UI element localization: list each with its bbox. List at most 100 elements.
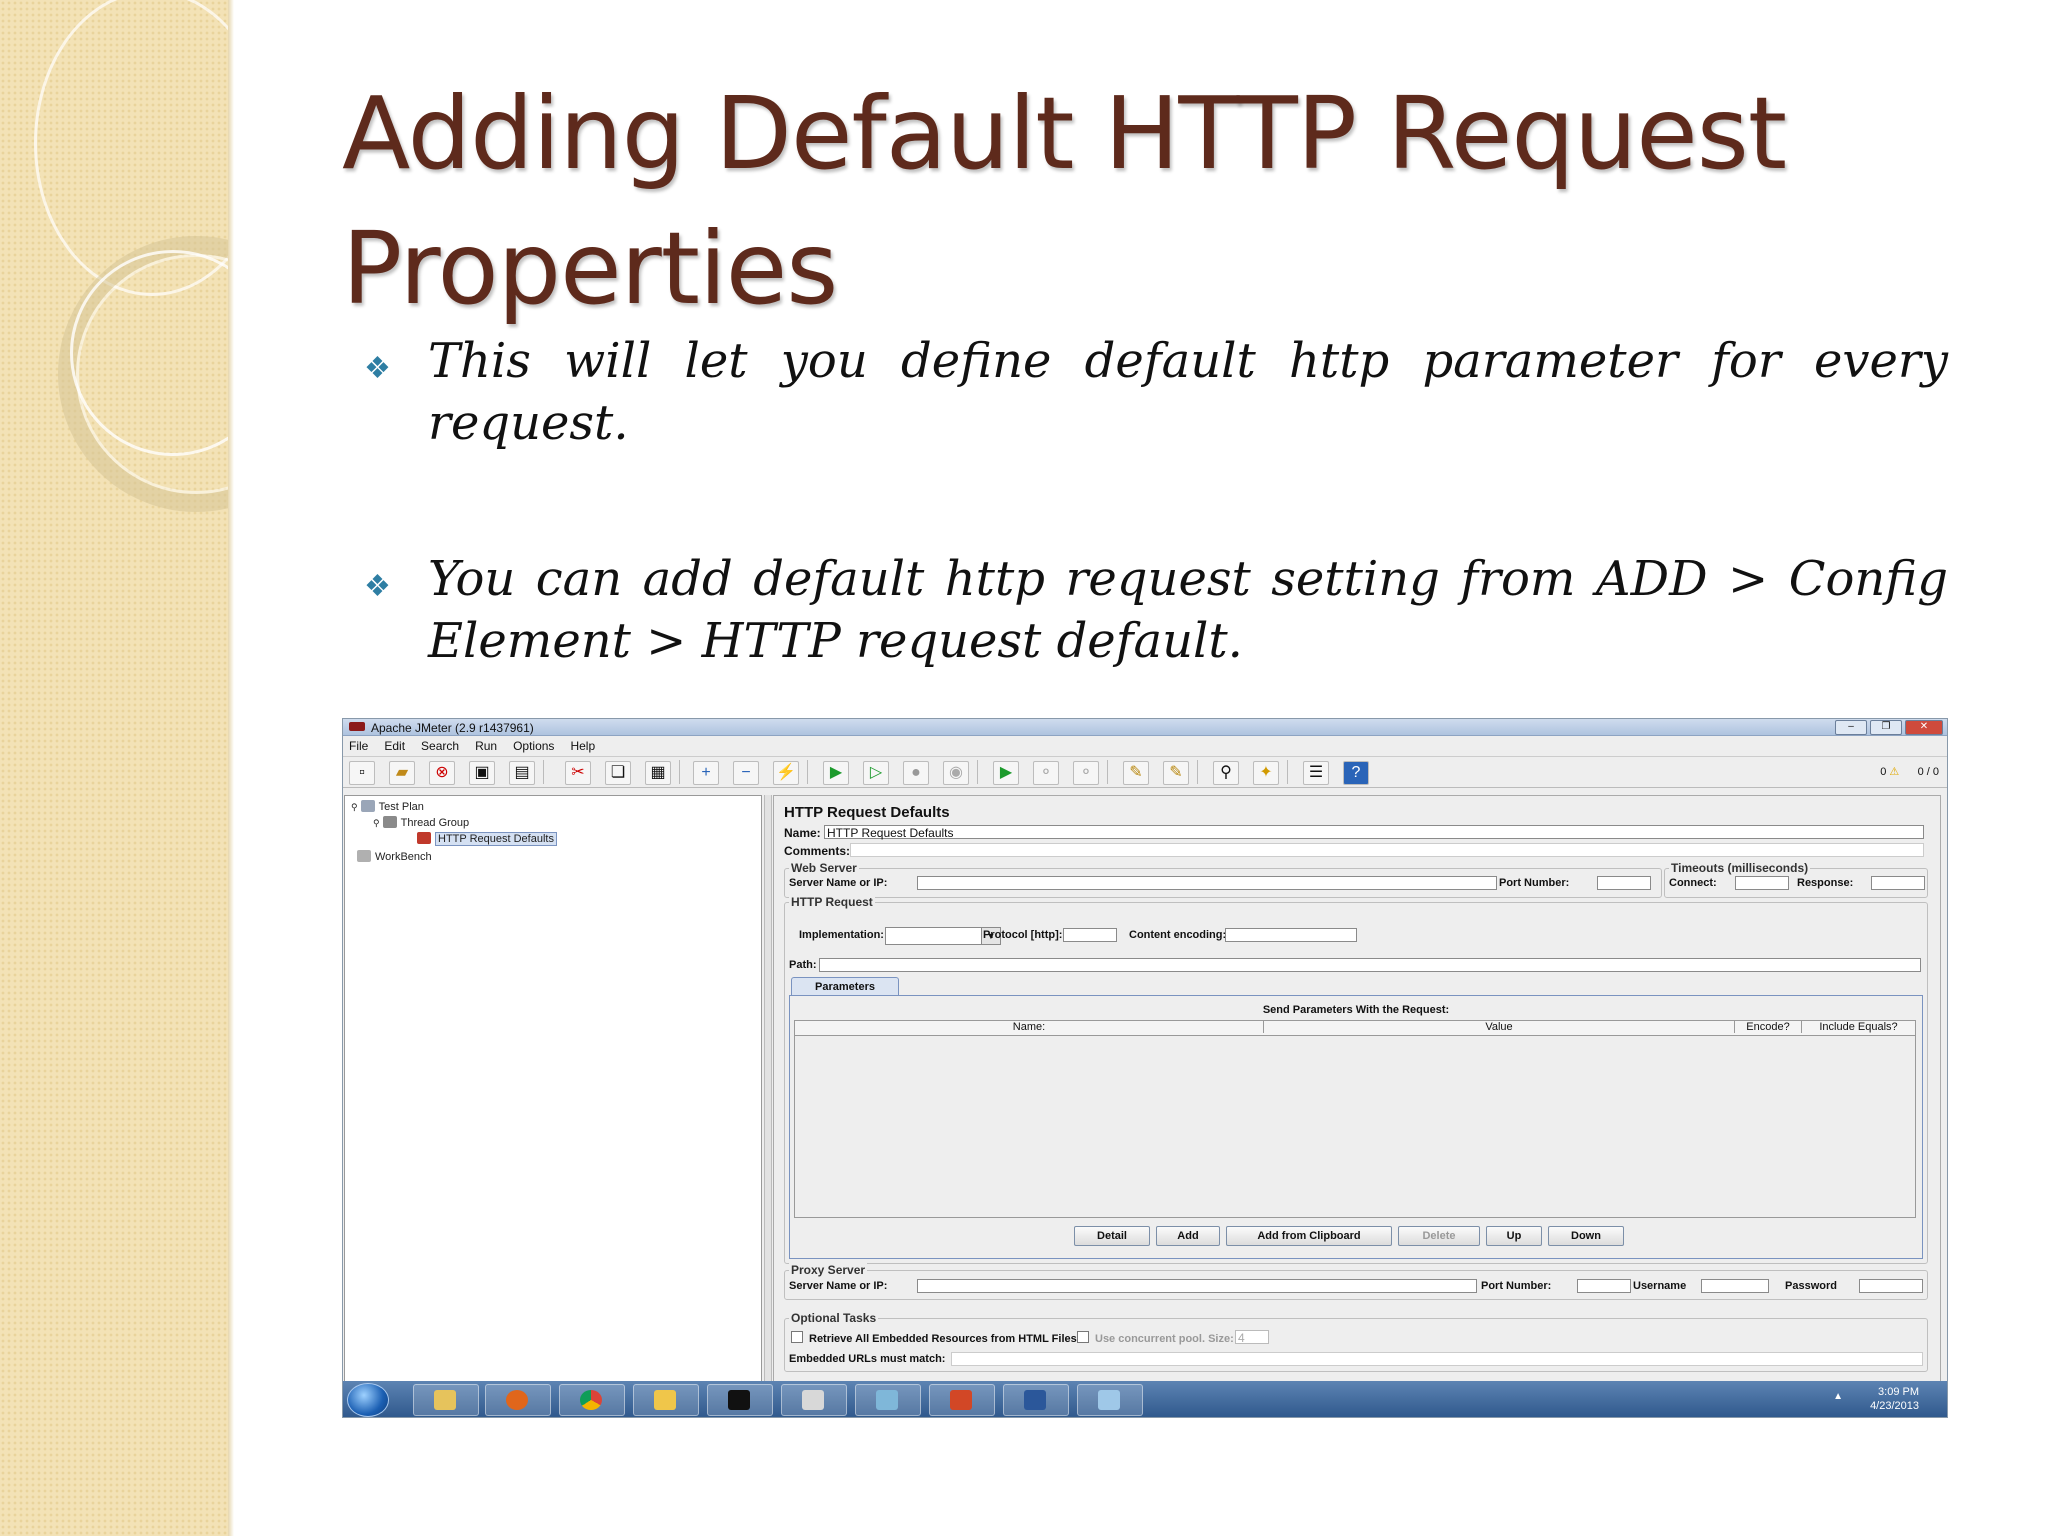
down-button[interactable]: Down — [1548, 1226, 1624, 1246]
restore-button[interactable]: ❐ — [1870, 720, 1902, 735]
folder-icon — [434, 1390, 456, 1410]
name-label: Name: — [784, 826, 821, 840]
column-encode[interactable]: Encode? — [1735, 1021, 1802, 1033]
remote-start-icon[interactable]: ▶ — [993, 761, 1019, 785]
panel-heading: HTTP Request Defaults — [784, 804, 950, 821]
taskbar-word[interactable] — [1003, 1384, 1069, 1416]
start-icon[interactable]: ▶ — [823, 761, 849, 785]
bullet-text: This will let you define default http pa… — [428, 333, 1948, 451]
decorative-band — [0, 0, 228, 1536]
cut-icon[interactable]: ✂ — [565, 761, 591, 785]
clear-all-icon[interactable]: ✎ — [1163, 761, 1189, 785]
column-include-equals[interactable]: Include Equals? — [1802, 1021, 1915, 1033]
pool-size-field[interactable]: 4 — [1235, 1330, 1269, 1345]
delete-button[interactable]: Delete — [1398, 1226, 1480, 1246]
paste-icon[interactable]: ▦ — [645, 761, 671, 785]
http-defaults-panel: HTTP Request Defaults Name: HTTP Request… — [773, 795, 1941, 1383]
toggle-icon[interactable]: ⚡ — [773, 761, 799, 785]
name-field[interactable]: HTTP Request Defaults — [824, 825, 1924, 840]
taskbar-explorer[interactable] — [413, 1384, 479, 1416]
comments-field[interactable] — [850, 843, 1924, 857]
taskbar-outlook[interactable] — [633, 1384, 699, 1416]
concurrent-pool-checkbox[interactable] — [1077, 1331, 1089, 1343]
menu-file[interactable]: File — [349, 739, 368, 753]
remote-shutdown-icon[interactable]: ⚬ — [1073, 761, 1099, 785]
shutdown-icon[interactable]: ◉ — [943, 761, 969, 785]
menu-run[interactable]: Run — [475, 739, 497, 753]
start-button[interactable] — [347, 1383, 389, 1417]
menu-edit[interactable]: Edit — [384, 739, 405, 753]
response-timeout-field[interactable] — [1871, 876, 1925, 890]
stop-icon[interactable]: ● — [903, 761, 929, 785]
group-label: Optional Tasks — [789, 1311, 879, 1325]
taskbar-clock[interactable]: 3:09 PM 4/23/2013 — [1870, 1385, 1919, 1413]
proxy-port-label: Port Number: — [1481, 1280, 1552, 1292]
save-as-icon[interactable]: ▤ — [509, 761, 535, 785]
content-encoding-field[interactable] — [1225, 928, 1357, 942]
retrieve-resources-checkbox[interactable] — [791, 1331, 803, 1343]
start-no-pause-icon[interactable]: ▷ — [863, 761, 889, 785]
collapse-icon[interactable]: − — [733, 761, 759, 785]
remote-stop-icon[interactable]: ⚬ — [1033, 761, 1059, 785]
proxy-username-field[interactable] — [1701, 1279, 1769, 1293]
port-number-field[interactable] — [1597, 876, 1651, 890]
up-button[interactable]: Up — [1486, 1226, 1542, 1246]
proxy-server-field[interactable] — [917, 1279, 1477, 1293]
help-icon[interactable]: ? — [1343, 761, 1369, 785]
checkbox-label: Retrieve All Embedded Resources from HTM… — [809, 1333, 1077, 1345]
taskbar-cmd[interactable] — [707, 1384, 773, 1416]
copy-icon[interactable]: ❏ — [605, 761, 631, 785]
window-title: Apache JMeter (2.9 r1437961) — [371, 721, 534, 735]
retrieve-resources-option[interactable]: Retrieve All Embedded Resources from HTM… — [791, 1331, 1077, 1345]
embedded-urls-field[interactable] — [951, 1352, 1923, 1366]
feather-icon — [349, 722, 365, 731]
timeouts-group: Timeouts (milliseconds) Connect: Respons… — [1664, 861, 1928, 898]
protocol-field[interactable] — [1063, 928, 1117, 942]
detail-button[interactable]: Detail — [1074, 1226, 1150, 1246]
tree-node-http-defaults[interactable]: HTTP Request Defaults — [417, 832, 557, 846]
save-icon[interactable]: ▣ — [469, 761, 495, 785]
menu-options[interactable]: Options — [513, 739, 554, 753]
column-value[interactable]: Value — [1264, 1021, 1735, 1033]
taskbar-chrome[interactable] — [559, 1384, 625, 1416]
menu-help[interactable]: Help — [570, 739, 595, 753]
taskbar-paint[interactable] — [1077, 1384, 1143, 1416]
function-helper-icon[interactable]: ☰ — [1303, 761, 1329, 785]
clear-icon[interactable]: ✎ — [1123, 761, 1149, 785]
path-field[interactable] — [819, 958, 1921, 972]
minimize-button[interactable]: – — [1835, 720, 1867, 735]
tree-label: Thread Group — [400, 817, 470, 829]
menu-search[interactable]: Search — [421, 739, 459, 753]
tree-node-test-plan[interactable]: ⚲ Test Plan — [351, 800, 424, 813]
server-name-field[interactable] — [917, 876, 1497, 890]
open-icon[interactable]: ⊗ — [429, 761, 455, 785]
add-button[interactable]: Add — [1156, 1226, 1220, 1246]
split-divider[interactable] — [764, 795, 772, 1381]
tab-parameters[interactable]: Parameters — [791, 977, 899, 996]
new-icon[interactable]: ▫ — [349, 761, 375, 785]
concurrent-pool-option[interactable]: Use concurrent pool. Size: — [1077, 1331, 1234, 1345]
diamond-bullet-icon: ❖ — [364, 569, 391, 604]
taskbar-powerpoint[interactable] — [929, 1384, 995, 1416]
column-name[interactable]: Name: — [795, 1021, 1264, 1033]
tree-node-thread-group[interactable]: ⚲ Thread Group — [373, 816, 469, 829]
taskbar-firefox[interactable] — [485, 1384, 551, 1416]
tray-arrow-icon[interactable]: ▲ — [1833, 1391, 1843, 1402]
clock-date: 4/23/2013 — [1870, 1400, 1919, 1412]
search-icon[interactable]: ⚲ — [1213, 761, 1239, 785]
add-from-clipboard-button[interactable]: Add from Clipboard — [1226, 1226, 1392, 1246]
connect-timeout-field[interactable] — [1735, 876, 1789, 890]
proxy-password-field[interactable] — [1859, 1279, 1923, 1293]
close-button[interactable]: ✕ — [1905, 720, 1943, 735]
taskbar-jmeter[interactable] — [781, 1384, 847, 1416]
expand-icon[interactable]: + — [693, 761, 719, 785]
templates-icon[interactable]: ▰ — [389, 761, 415, 785]
tree-node-workbench[interactable]: WorkBench — [357, 850, 432, 863]
firefox-icon — [506, 1390, 528, 1410]
connect-label: Connect: — [1669, 877, 1717, 889]
reset-search-icon[interactable]: ✦ — [1253, 761, 1279, 785]
app-icon — [876, 1390, 898, 1410]
powerpoint-icon — [950, 1390, 972, 1410]
taskbar-app[interactable] — [855, 1384, 921, 1416]
proxy-port-field[interactable] — [1577, 1279, 1631, 1293]
